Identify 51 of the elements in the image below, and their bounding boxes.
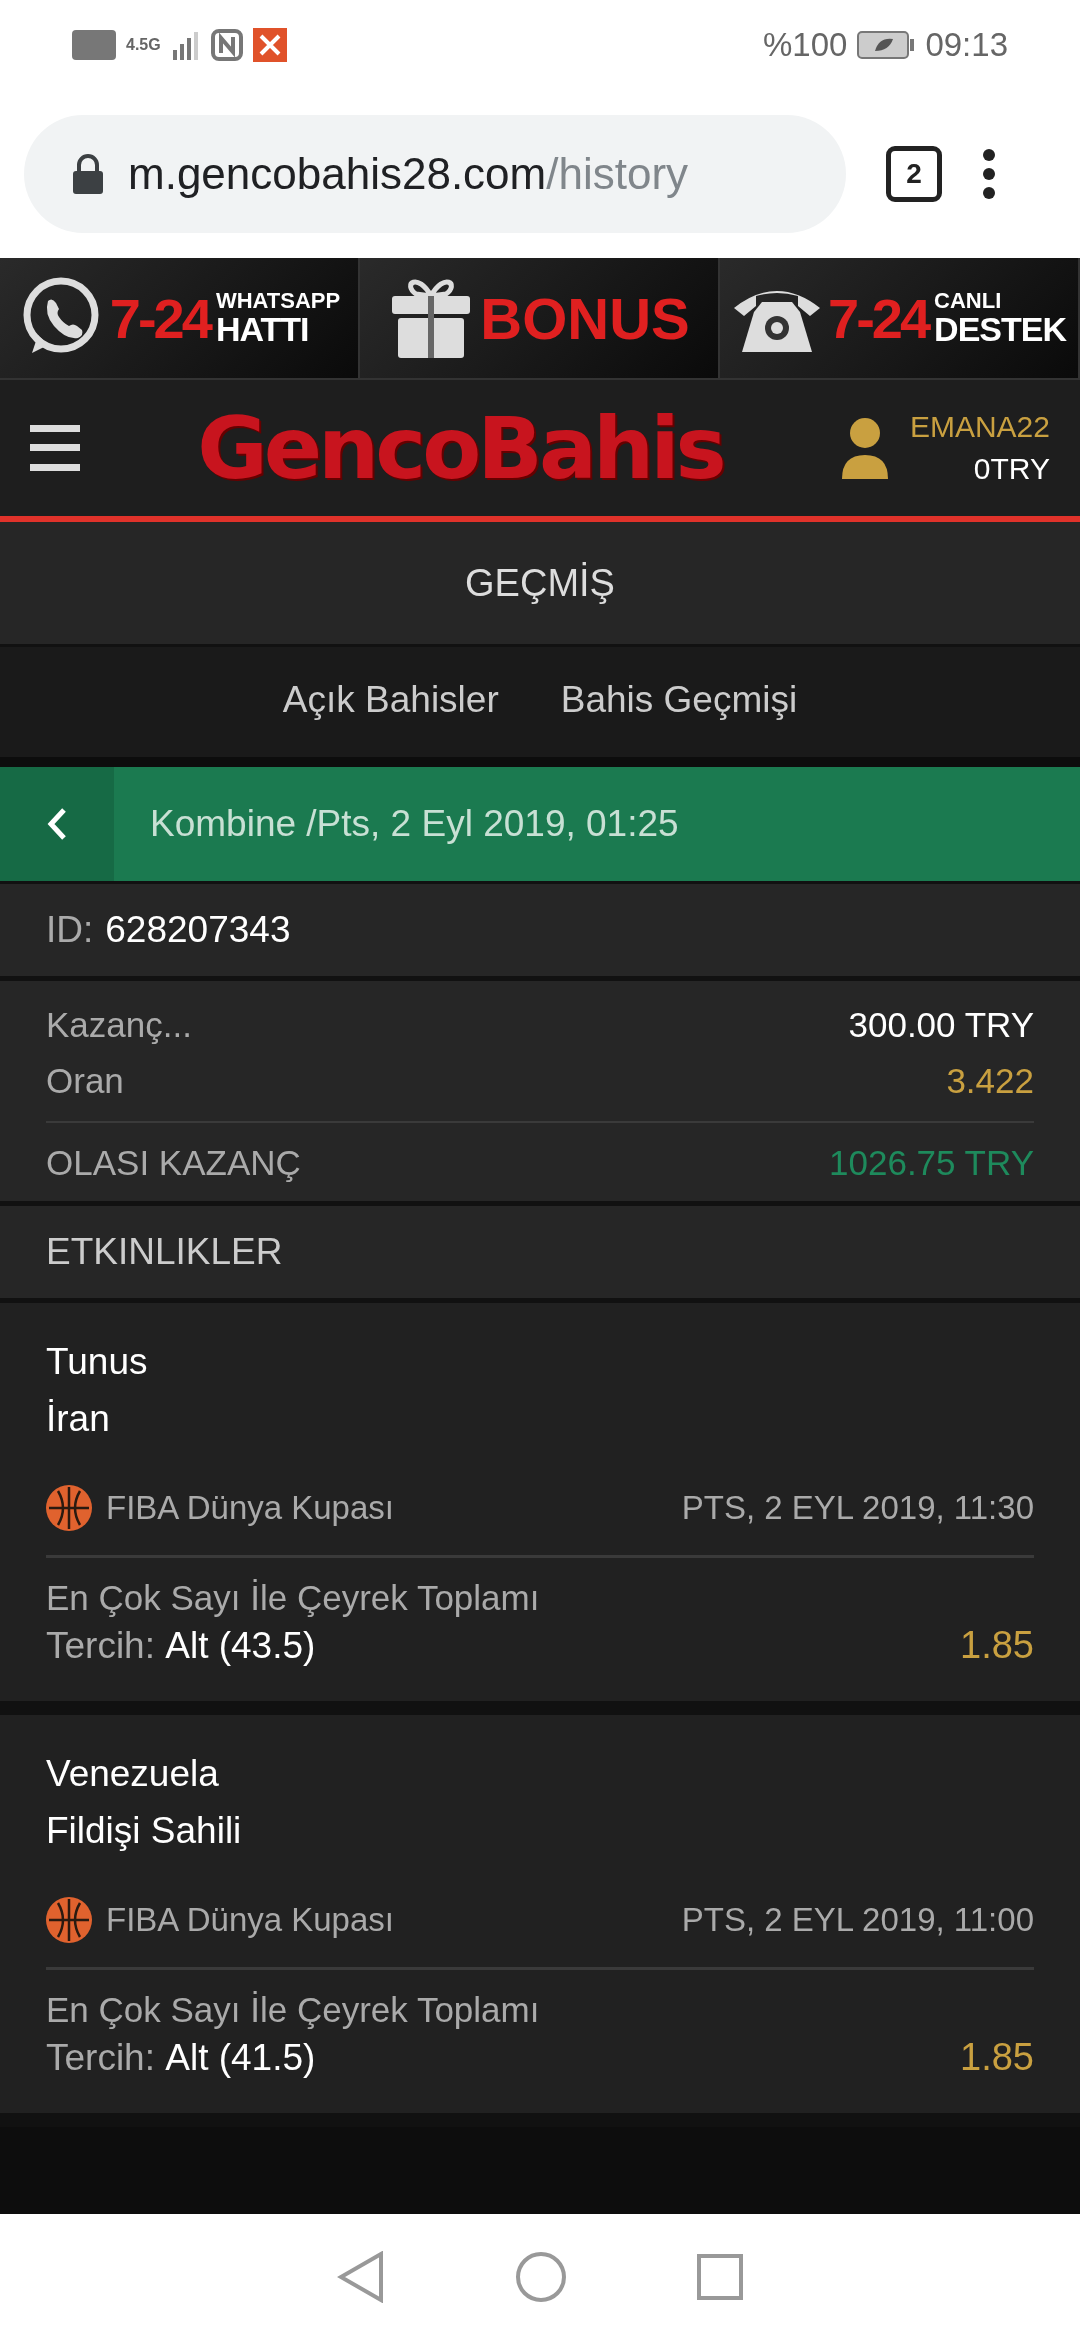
stake-label: Kazanç...	[46, 1005, 192, 1045]
back-icon[interactable]	[337, 2251, 385, 2303]
team-name: Fildişi Sahili	[46, 1809, 243, 1853]
bet-title: Kombine /Pts, 2 Eyl 2019, 01:25	[149, 803, 679, 845]
choice-label: Tercih:	[46, 2036, 155, 2079]
choice-value: Alt (43.5)	[165, 1624, 316, 1667]
lock-icon	[72, 154, 104, 194]
stake-value: 300.00 TRY	[848, 1005, 1034, 1045]
menu-icon[interactable]	[30, 425, 80, 471]
app-notification-icon	[252, 28, 287, 62]
more-menu-icon[interactable]	[982, 148, 996, 200]
team-name: Venezuela	[46, 1752, 220, 1796]
network-type: 4.5G	[126, 36, 161, 54]
balance: 0TRY	[973, 452, 1050, 486]
home-icon[interactable]	[515, 2251, 567, 2303]
selection-odds: 1.85	[960, 1624, 1034, 1667]
bet-id: 628207343	[105, 909, 291, 951]
choice-value: Alt (41.5)	[165, 2036, 316, 2079]
tab[interactable]: Bahis Geçmişi	[560, 669, 798, 735]
team-name: İran	[46, 1397, 111, 1441]
potential-win-value: 1026.75 TRY	[829, 1143, 1034, 1183]
league-name: FIBA Dünya Kupası	[106, 1489, 394, 1527]
odds-label: Oran	[46, 1061, 124, 1101]
team-name: Tunus	[46, 1340, 149, 1384]
page-title: GEÇMİŞ	[0, 522, 1080, 647]
match-date: PTS, 2 EYL 2019, 11:30	[681, 1489, 1034, 1527]
tab[interactable]: Açık Bahisler	[282, 669, 499, 735]
back-icon	[46, 806, 68, 842]
address-bar[interactable]: m.gencobahis28.com/history	[24, 115, 846, 233]
basketball-icon	[46, 1485, 92, 1531]
battery-percent: %100	[763, 26, 848, 64]
odds-value: 3.422	[946, 1061, 1034, 1101]
basketball-icon	[46, 1897, 92, 1943]
promo-tile[interactable]: BONUS	[360, 258, 720, 378]
recents-icon[interactable]	[697, 2254, 743, 2300]
market-name: En Çok Sayı İle Çeyrek Toplamı	[46, 1578, 541, 1618]
choice-label: Tercih:	[46, 1624, 155, 1667]
match-date: PTS, 2 EYL 2019, 11:00	[681, 1901, 1034, 1939]
league-name: FIBA Dünya Kupası	[106, 1901, 394, 1939]
user-icon[interactable]	[839, 417, 890, 479]
section-title: ETKINLIKLER	[0, 1206, 1080, 1303]
username: EMANA22	[909, 410, 1050, 444]
market-name: En Çok Sayı İle Çeyrek Toplamı	[46, 1990, 541, 2030]
id-label: ID:	[46, 909, 94, 951]
battery-icon	[857, 31, 916, 59]
potential-win-label: OLASI KAZANÇ	[46, 1143, 301, 1183]
nfc-icon	[210, 29, 243, 61]
clock: 09:13	[925, 26, 1008, 64]
tab-switcher-button[interactable]: 2	[886, 146, 942, 202]
signal-icon	[170, 30, 201, 60]
selection-odds: 1.85	[960, 2036, 1034, 2079]
